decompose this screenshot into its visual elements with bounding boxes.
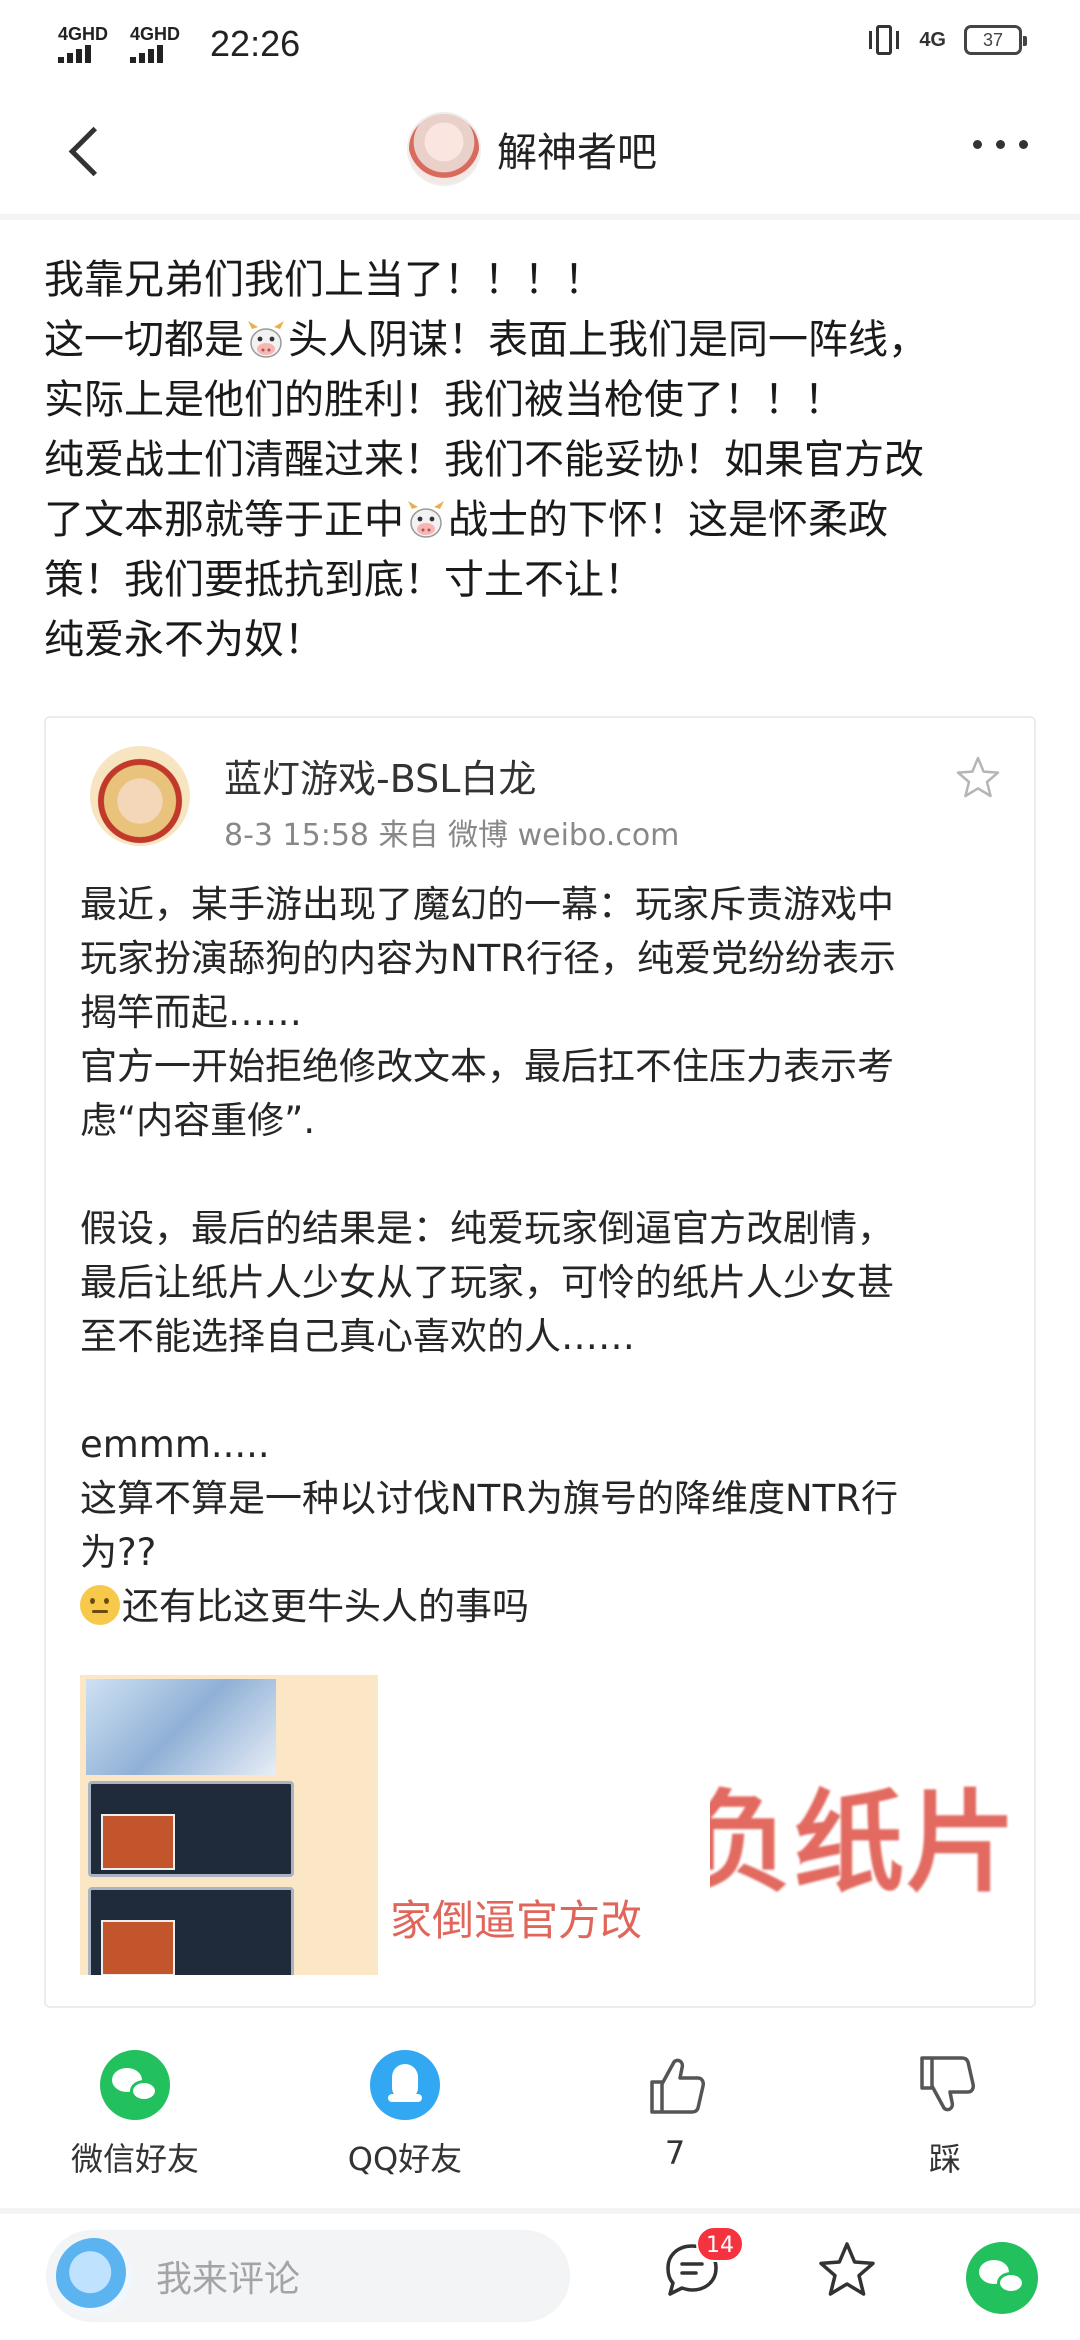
- post-line: 实际上是他们的胜利！我们被当枪使了！！！: [44, 377, 844, 423]
- post-image-text-crop[interactable]: 家倒逼官方改: [380, 1675, 710, 1975]
- post-meta: 8-3 15:58 来自 微博 weibo.com: [224, 818, 680, 853]
- body-line: 玩家扮演舔狗的内容为NTR行径，纯爱党纷纷表示: [80, 937, 896, 980]
- share-qq-label: QQ好友: [347, 2140, 463, 2178]
- body-line: 至不能选择自己真心喜欢的人……: [80, 1315, 635, 1358]
- thumbs-up-icon: [650, 2058, 705, 2114]
- post-line-text: 头人阴谋！表面上我们是同一阵线，: [288, 317, 928, 363]
- body-line: 官方一开始拒绝修改文本，最后扛不住压力表示考: [80, 1045, 894, 1088]
- post-line: 我靠兄弟们我们上当了！！！！: [44, 257, 604, 303]
- dislike-button[interactable]: 踩: [855, 2050, 1035, 2180]
- thumbs-down-icon: [920, 2056, 975, 2112]
- body-line: 为??: [80, 1531, 157, 1574]
- bottom-bar: 我来评论 14: [0, 2214, 1080, 2340]
- post-content: 我靠兄弟们我们上当了！！！！ 这一切都是 头人阴谋！表面上我们是同一阵线， 实际上…: [44, 250, 1044, 670]
- dislike-label: 踩: [928, 2140, 961, 2178]
- body-line: 最后让纸片人少女从了玩家，可怜的纸片人少女甚: [80, 1261, 894, 1304]
- comment-count-badge: 14: [696, 2226, 744, 2262]
- share-wechat-label: 微信好友: [70, 2140, 199, 2178]
- mascot-avatar: [56, 2238, 132, 2314]
- author-name[interactable]: 蓝灯游戏-BSL白龙: [224, 748, 536, 803]
- body-line: 假设，最后的结果是：纯爱玩家倒逼官方改剧情，: [80, 1207, 894, 1250]
- comment-input[interactable]: 我来评论: [46, 2230, 570, 2322]
- battery-icon: 37: [964, 25, 1027, 55]
- like-button[interactable]: 7: [585, 2050, 765, 2172]
- forum-avatar: [407, 112, 481, 186]
- forum-name: 解神者吧: [497, 130, 657, 176]
- sim2-label: 4GHD: [130, 24, 181, 44]
- share-actions: 微信好友 QQ好友 7 踩: [0, 2050, 1080, 2200]
- share-qq-button[interactable]: QQ好友: [315, 2050, 495, 2180]
- qq-icon: [370, 2050, 440, 2120]
- wechat-share-icon[interactable]: [966, 2242, 1038, 2314]
- vibrate-icon: [867, 22, 901, 58]
- favorite-star-icon[interactable]: [954, 754, 1002, 802]
- body-line: emmm.....: [80, 1423, 270, 1466]
- body-line: 最近，某手游出现了魔幻的一幕：玩家斥责游戏中: [80, 883, 894, 926]
- sim1-label: 4GHD: [58, 24, 109, 44]
- post-line: 纯爱永不为奴！: [44, 617, 324, 663]
- status-bar: 4GHD 4GHD 22:26 4G 37: [0, 0, 1080, 88]
- app-header: 解神者吧: [0, 88, 1080, 216]
- share-wechat-button[interactable]: 微信好友: [45, 2050, 225, 2180]
- body-line: 揭竿而起……: [80, 991, 302, 1034]
- image-caption-2: 负纸片: [710, 1779, 1010, 1907]
- battery-level: 37: [982, 29, 1004, 50]
- body-line: 虑“内容重修”.: [80, 1099, 316, 1142]
- cow-emoji-icon: [408, 501, 444, 538]
- header-divider: [0, 214, 1080, 220]
- post-line-text: 战士的下怀！这是怀柔政: [448, 497, 888, 543]
- post-image-screenshot[interactable]: [80, 1675, 378, 1975]
- like-count: 7: [664, 2134, 686, 2172]
- more-options-icon[interactable]: [973, 140, 1028, 149]
- body-line: [80, 1148, 1010, 1202]
- shared-post-body: 最近，某手游出现了魔幻的一幕：玩家斥责游戏中 玩家扮演舔狗的内容为NTR行径，纯…: [80, 878, 1010, 1634]
- author-avatar[interactable]: [90, 746, 190, 846]
- post-line: 了文本那就等于正中 战士的下怀！这是怀柔政: [44, 490, 1044, 550]
- signal-sim2-icon: 4GHD: [130, 25, 180, 63]
- post-line: 这一切都是 头人阴谋！表面上我们是同一阵线，: [44, 310, 1044, 370]
- post-line: 策！我们要抵抗到底！寸土不让！: [44, 557, 644, 603]
- body-line: 这算不算是一种以讨伐NTR为旗号的降维度NTR行: [80, 1477, 898, 1520]
- comment-placeholder: 我来评论: [156, 2259, 301, 2300]
- post-images: 家倒逼官方改 负纸片: [80, 1675, 1010, 1975]
- forum-title[interactable]: 解神者吧: [407, 112, 657, 186]
- network-type: 4G: [919, 28, 946, 51]
- post-line-text: 这一切都是: [44, 317, 244, 363]
- body-line: [80, 1364, 1010, 1418]
- shared-post-card[interactable]: 蓝灯游戏-BSL白龙 8-3 15:58 来自 微博 weibo.com 最近，…: [44, 716, 1036, 2008]
- smile-emoji-icon: [80, 1585, 120, 1625]
- post-image-zoomed-text[interactable]: 负纸片: [710, 1675, 1010, 1975]
- collect-star-icon[interactable]: [815, 2238, 879, 2302]
- body-line-text: 还有比这更牛头人的事吗: [122, 1585, 529, 1628]
- signal-sim1-icon: 4GHD: [58, 25, 108, 63]
- body-line: 还有比这更牛头人的事吗: [80, 1580, 1010, 1634]
- cow-emoji-icon: [248, 321, 284, 358]
- post-line: 纯爱战士们清醒过来！我们不能妥协！如果官方改: [44, 437, 924, 483]
- image-caption-1: 家倒逼官方改: [390, 1896, 643, 1945]
- wechat-icon: [100, 2050, 170, 2120]
- post-line-text: 了文本那就等于正中: [44, 497, 404, 543]
- clock: 22:26: [210, 23, 301, 64]
- back-arrow-icon[interactable]: [56, 120, 116, 184]
